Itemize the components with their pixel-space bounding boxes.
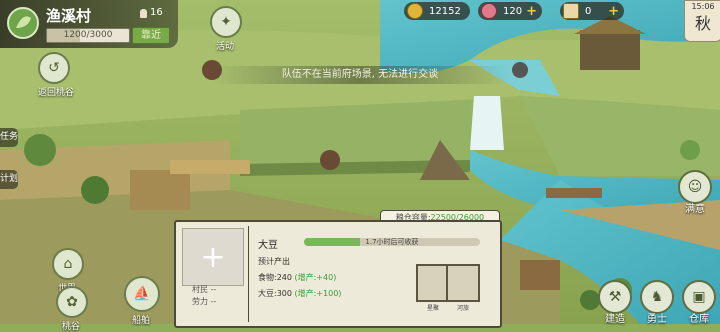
- build-label: 建造: [605, 314, 625, 325]
- food-output-label: 食物:240: [258, 273, 292, 282]
- plan-tab[interactable]: 计划: [0, 170, 18, 189]
- return-peach-valley-button[interactable]: ↺ 返回桃谷: [38, 52, 75, 98]
- expected-output-title: 预计产出: [258, 257, 290, 266]
- build-button[interactable]: ⚒ 建造: [596, 280, 634, 325]
- food-bonus: (增产:+40): [294, 273, 337, 282]
- return-label: 返回桃谷: [38, 88, 75, 98]
- notice-message: 队伍不在当前府场景, 无法进行交谈: [210, 66, 510, 84]
- activity-button[interactable]: ✦ 活动: [210, 6, 242, 52]
- coin-value: 12152: [429, 5, 461, 17]
- ticket-counter[interactable]: 0 +: [560, 2, 624, 20]
- warehouse-button[interactable]: ▣ 仓库: [680, 280, 718, 325]
- peach-valley-button[interactable]: ✿ 桃谷: [56, 286, 88, 332]
- world-icon: ⌂: [52, 248, 84, 280]
- hero-icon: ♞: [640, 280, 674, 314]
- hero-button[interactable]: ♞ 勇士: [638, 280, 676, 325]
- season-widget[interactable]: 15:06 秋: [684, 0, 720, 42]
- assign-villager-button[interactable]: +: [182, 228, 244, 286]
- coin-counter[interactable]: 12152: [404, 2, 470, 20]
- approach-button[interactable]: 靠近: [132, 27, 170, 44]
- warehouse-label: 仓库: [689, 314, 709, 325]
- gem-value: 120: [503, 5, 523, 17]
- ship-label: 船舶: [131, 316, 150, 326]
- village-hp-text: 1200/3000: [63, 30, 113, 40]
- panel-divider: [248, 226, 249, 322]
- warehouse-icon: ▣: [682, 280, 716, 314]
- leaf-icon: [6, 6, 40, 40]
- village-name: 渔溪村: [46, 7, 92, 25]
- bean-bonus: (增产:+100): [294, 289, 342, 298]
- satisfaction-label: 满意: [685, 204, 705, 215]
- activity-icon: ✦: [210, 6, 242, 38]
- field-info-panel: + 村民 -- 劳力 -- 大豆 1.7小时后可收获 预计产出 食物:240 (…: [174, 220, 502, 328]
- season-name: 秋: [694, 14, 711, 33]
- peach-icon: ✿: [56, 286, 88, 318]
- ship-button[interactable]: ⛵ 船舶: [124, 276, 160, 326]
- population-icon: [140, 9, 147, 18]
- bean-output-label: 大豆:300: [258, 289, 292, 298]
- ticket-value: 0: [585, 5, 592, 17]
- bean-output: 大豆:300 (增产:+100): [258, 288, 341, 299]
- labor-label: 劳力 --: [192, 297, 217, 306]
- worker-card-1[interactable]: 星聚: [416, 264, 450, 312]
- population-value: 16: [150, 7, 163, 18]
- gem-icon: [481, 3, 497, 19]
- village-hp-bar: 1200/3000: [46, 28, 130, 43]
- harvest-progress-text: 1.7小时后可收获: [365, 238, 419, 246]
- gem-counter[interactable]: 120 +: [478, 2, 542, 20]
- worker-card-1-label: 星聚: [426, 305, 439, 312]
- food-output: 食物:240 (增产:+40): [258, 272, 336, 283]
- worker-card-2-label: 河旅: [456, 305, 469, 312]
- satisfaction-button[interactable]: ☺ 满意: [676, 170, 714, 215]
- add-ticket-icon[interactable]: +: [608, 4, 619, 19]
- ship-icon: ⛵: [124, 276, 160, 312]
- villager-label: 村民 --: [192, 285, 217, 294]
- hero-label: 勇士: [647, 314, 667, 325]
- coin-icon: [407, 3, 423, 19]
- harvest-progress-bar: 1.7小时后可收获: [304, 238, 480, 246]
- satisfaction-icon: ☺: [678, 170, 712, 204]
- worker-card-2[interactable]: 河旅: [446, 264, 480, 312]
- activity-label: 活动: [215, 42, 234, 52]
- crop-name: 大豆: [258, 240, 278, 251]
- peach-label: 桃谷: [61, 322, 80, 332]
- hammer-icon: ⚒: [598, 280, 632, 314]
- return-icon: ↺: [38, 52, 70, 84]
- add-gem-icon[interactable]: +: [526, 4, 537, 19]
- task-tab[interactable]: 任务: [0, 128, 18, 147]
- ticket-icon: [563, 3, 579, 19]
